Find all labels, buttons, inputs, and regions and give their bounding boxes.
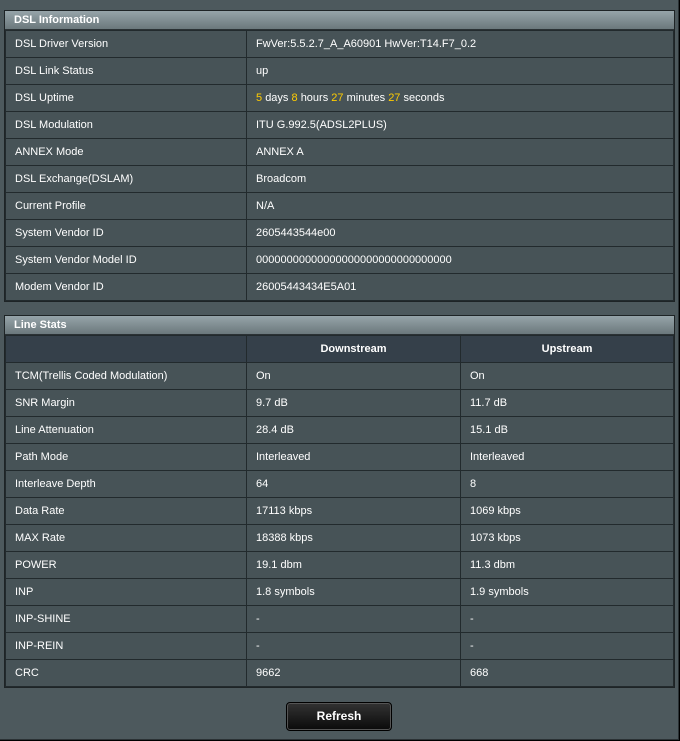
downstream-value: 28.4 dB	[246, 416, 461, 444]
table-row: DSL Exchange(DSLAM) Broadcom	[5, 165, 674, 193]
row-value: 26005443434E5A01	[246, 273, 674, 301]
row-label: TCM(Trellis Coded Modulation)	[5, 362, 247, 390]
row-value: 00000000000000000000000000000000	[246, 246, 674, 274]
table-row: System Vendor Model ID 00000000000000000…	[5, 246, 674, 274]
row-label: MAX Rate	[5, 524, 247, 552]
table-row: Path Mode Interleaved Interleaved	[5, 443, 674, 471]
row-value: Broadcom	[246, 165, 674, 193]
upstream-value: -	[460, 632, 674, 660]
upstream-value: -	[460, 605, 674, 633]
upstream-value: 1069 kbps	[460, 497, 674, 525]
downstream-value: 19.1 dbm	[246, 551, 461, 579]
row-label: ANNEX Mode	[5, 138, 247, 166]
table-row: Modem Vendor ID 26005443434E5A01	[5, 273, 674, 301]
dsl-information-table: DSL Driver Version FwVer:5.5.2.7_A_A6090…	[5, 30, 674, 301]
dsl-information-section: DSL Information DSL Driver Version FwVer…	[4, 10, 675, 302]
table-row: Interleave Depth 64 8	[5, 470, 674, 498]
table-row: INP-REIN - -	[5, 632, 674, 660]
downstream-value: 9662	[246, 659, 461, 687]
table-row: ANNEX Mode ANNEX A	[5, 138, 674, 166]
uptime-value: 5 days 8 hours 27 minutes 27 seconds	[246, 84, 674, 112]
uptime-minutes-unit: minutes	[346, 92, 386, 104]
downstream-value: 64	[246, 470, 461, 498]
downstream-value: 1.8 symbols	[246, 578, 461, 606]
row-label: Modem Vendor ID	[5, 273, 247, 301]
uptime-days-unit: days	[265, 92, 289, 104]
table-row: MAX Rate 18388 kbps 1073 kbps	[5, 524, 674, 552]
row-label: DSL Uptime	[5, 84, 247, 112]
table-row: DSL Modulation ITU G.992.5(ADSL2PLUS)	[5, 111, 674, 139]
table-row: System Vendor ID 2605443544e00	[5, 219, 674, 247]
downstream-value: Interleaved	[246, 443, 461, 471]
table-row: DSL Link Status up	[5, 57, 674, 85]
table-row: POWER 19.1 dbm 11.3 dbm	[5, 551, 674, 579]
upstream-value: 8	[460, 470, 674, 498]
header-downstream: Downstream	[246, 335, 461, 363]
row-value: N/A	[246, 192, 674, 220]
row-value: 2605443544e00	[246, 219, 674, 247]
header-upstream: Upstream	[460, 335, 674, 363]
row-label: DSL Modulation	[5, 111, 247, 139]
table-row: INP-SHINE - -	[5, 605, 674, 633]
row-label: Data Rate	[5, 497, 247, 525]
downstream-value: -	[246, 605, 461, 633]
row-label: Current Profile	[5, 192, 247, 220]
downstream-value: 18388 kbps	[246, 524, 461, 552]
upstream-value: 11.3 dbm	[460, 551, 674, 579]
refresh-button[interactable]: Refresh	[286, 702, 392, 731]
row-label: POWER	[5, 551, 247, 579]
table-header-row: Downstream Upstream	[5, 335, 674, 363]
row-label: INP-REIN	[5, 632, 247, 660]
table-row: Current Profile N/A	[5, 192, 674, 220]
row-label: INP-SHINE	[5, 605, 247, 633]
uptime-minutes: 27	[331, 92, 344, 104]
table-row: DSL Driver Version FwVer:5.5.2.7_A_A6090…	[5, 30, 674, 58]
row-value: FwVer:5.5.2.7_A_A60901 HwVer:T14.F7_0.2	[246, 30, 674, 58]
row-label: System Vendor ID	[5, 219, 247, 247]
header-blank	[5, 335, 247, 363]
table-row: INP 1.8 symbols 1.9 symbols	[5, 578, 674, 606]
row-label: System Vendor Model ID	[5, 246, 247, 274]
uptime-days: 5	[256, 92, 263, 104]
upstream-value: 1.9 symbols	[460, 578, 674, 606]
row-label: SNR Margin	[5, 389, 247, 417]
row-label: Path Mode	[5, 443, 247, 471]
row-label: DSL Link Status	[5, 57, 247, 85]
table-row: SNR Margin 9.7 dB 11.7 dB	[5, 389, 674, 417]
upstream-value: 1073 kbps	[460, 524, 674, 552]
uptime-hours: 8	[291, 92, 298, 104]
uptime-seconds-unit: seconds	[403, 92, 445, 104]
downstream-value: On	[246, 362, 461, 390]
downstream-value: -	[246, 632, 461, 660]
row-value: ITU G.992.5(ADSL2PLUS)	[246, 111, 674, 139]
row-label: INP	[5, 578, 247, 606]
dsl-information-title: DSL Information	[5, 11, 674, 30]
table-row: TCM(Trellis Coded Modulation) On On	[5, 362, 674, 390]
line-stats-table: Downstream Upstream TCM(Trellis Coded Mo…	[5, 335, 674, 687]
line-stats-section: Line Stats Downstream Upstream TCM(Trell…	[4, 315, 675, 688]
dsl-status-panel: DSL Information DSL Driver Version FwVer…	[0, 0, 679, 740]
table-row: DSL Uptime 5 days 8 hours 27 minutes 27 …	[5, 84, 674, 112]
row-value: up	[246, 57, 674, 85]
upstream-value: 11.7 dB	[460, 389, 674, 417]
table-row: Line Attenuation 28.4 dB 15.1 dB	[5, 416, 674, 444]
upstream-value: 668	[460, 659, 674, 687]
table-row: Data Rate 17113 kbps 1069 kbps	[5, 497, 674, 525]
row-label: Line Attenuation	[5, 416, 247, 444]
row-label: DSL Exchange(DSLAM)	[5, 165, 247, 193]
row-label: Interleave Depth	[5, 470, 247, 498]
downstream-value: 17113 kbps	[246, 497, 461, 525]
uptime-hours-unit: hours	[300, 92, 329, 104]
table-row: CRC 9662 668	[5, 659, 674, 687]
row-label: CRC	[5, 659, 247, 687]
row-label: DSL Driver Version	[5, 30, 247, 58]
uptime-seconds: 27	[388, 92, 401, 104]
line-stats-title: Line Stats	[5, 316, 674, 335]
downstream-value: 9.7 dB	[246, 389, 461, 417]
upstream-value: 15.1 dB	[460, 416, 674, 444]
upstream-value: On	[460, 362, 674, 390]
row-value: ANNEX A	[246, 138, 674, 166]
upstream-value: Interleaved	[460, 443, 674, 471]
